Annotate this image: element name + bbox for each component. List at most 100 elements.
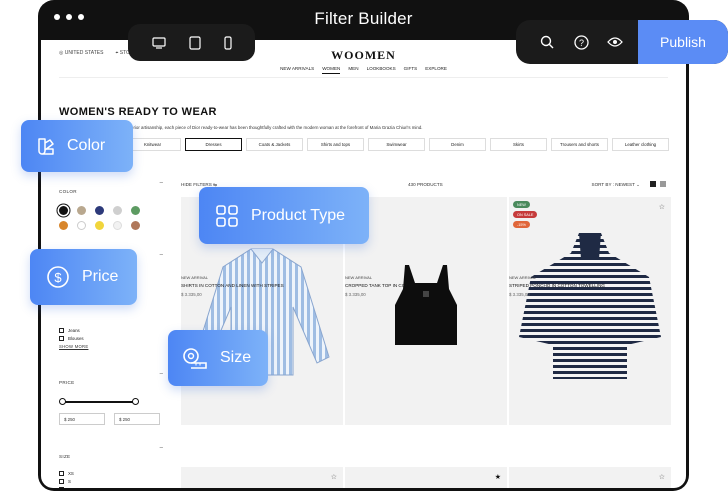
- category-coats-jackets[interactable]: Coats & Jackets: [246, 138, 303, 151]
- product-tag: NEW ARRIVAL: [345, 275, 373, 280]
- sort-dropdown[interactable]: SORT BY : NEWEST ⌄: [592, 182, 640, 188]
- price-min-handle[interactable]: [59, 398, 66, 405]
- page-description: erior artisanship, each piece of Dior re…: [131, 125, 423, 130]
- search-icon[interactable]: [530, 20, 564, 64]
- color-swatch[interactable]: [113, 206, 122, 215]
- color-filter-label: COLOR: [59, 189, 77, 194]
- price-min-input[interactable]: $ 250: [59, 413, 105, 425]
- grid-view-icon[interactable]: [650, 181, 656, 187]
- show-more-link[interactable]: SHOW MORE: [59, 344, 163, 349]
- product-price: $ 3.335,00: [345, 292, 366, 297]
- nav-men[interactable]: MEN: [348, 66, 358, 74]
- wishlist-star-icon[interactable]: ☆: [659, 203, 665, 211]
- color-swatch[interactable]: [77, 206, 86, 215]
- wishlist-star-icon[interactable]: ☆: [659, 473, 665, 481]
- tape-measure-icon: [183, 348, 207, 369]
- price-filter-chip[interactable]: $ Price: [30, 249, 137, 305]
- product-card[interactable]: ☆: [509, 467, 671, 488]
- category-trousers-shorts[interactable]: Trousers and shorts: [551, 138, 608, 151]
- product-card[interactable]: ☆ NEW ON SALE -15%: [509, 197, 671, 425]
- wishlist-star-filled-icon[interactable]: ★: [495, 473, 501, 481]
- preview-eye-icon[interactable]: [598, 20, 632, 64]
- color-swatch[interactable]: [131, 206, 140, 215]
- collapse-icon[interactable]: –: [160, 252, 163, 258]
- product-name[interactable]: STRIPED PONCHO IN COTTON TOWELLING: [509, 283, 605, 288]
- checkbox-jeans[interactable]: Jeans: [59, 328, 163, 333]
- badge-on-sale: ON SALE: [513, 211, 538, 218]
- app-window: Filter Builder ◎ UNITED STATES ⌖ STO WOO…: [38, 0, 689, 491]
- main-navigation: NEW ARRIVALS WOMEN MEN LOOKBOOKS GIFTS E…: [41, 66, 686, 74]
- category-swimwear[interactable]: Swimwear: [368, 138, 425, 151]
- tank-top-image: [395, 265, 457, 345]
- checkbox-size-s[interactable]: S: [59, 479, 163, 484]
- device-switcher: [128, 24, 255, 61]
- nav-new-arrivals[interactable]: NEW ARRIVALS: [280, 66, 314, 74]
- store-preview: ◎ UNITED STATES ⌖ STO WOOMEN NEW ARRIVAL…: [41, 40, 686, 488]
- size-label: SIZE: [59, 454, 71, 459]
- color-filter-chip[interactable]: Color: [21, 120, 133, 172]
- category-buttons: Knitwear Dresses Coats & Jackets Shirts …: [124, 138, 669, 151]
- wishlist-star-icon[interactable]: ☆: [331, 473, 337, 481]
- publish-button[interactable]: Publish: [638, 20, 728, 64]
- color-swatch[interactable]: [95, 206, 104, 215]
- nav-explore[interactable]: EXPLORE: [425, 66, 447, 74]
- price-label: PRICE: [59, 380, 75, 385]
- divider: [59, 77, 668, 78]
- color-swatch[interactable]: [113, 221, 122, 230]
- category-shirts-tops[interactable]: Shirts and tops: [307, 138, 364, 151]
- product-type-chip-label: Product Type: [251, 206, 345, 224]
- category-dresses[interactable]: Dresses: [185, 138, 242, 151]
- product-price: $ 3.335,00: [181, 292, 202, 297]
- category-denim[interactable]: Denim: [429, 138, 486, 151]
- tablet-icon[interactable]: [188, 35, 201, 50]
- price-chip-label: Price: [82, 268, 119, 285]
- badge-discount: -15%: [513, 221, 530, 228]
- color-swatch[interactable]: [59, 206, 68, 215]
- size-chip-label: Size: [220, 349, 252, 366]
- checkbox-size-m[interactable]: M: [59, 487, 163, 488]
- product-card[interactable]: ★: [345, 467, 507, 488]
- price-range-slider[interactable]: [59, 397, 163, 407]
- color-swatch[interactable]: [95, 221, 104, 230]
- checkbox-size-xs[interactable]: XS: [59, 471, 163, 476]
- product-tag: NEW ARRIVAL: [509, 275, 537, 280]
- size-filter-chip[interactable]: Size: [168, 330, 268, 386]
- product-price: $ 3.335,00: [509, 292, 530, 297]
- page-title: WOMEN'S READY TO WEAR: [59, 106, 217, 118]
- svg-text:$: $: [54, 270, 62, 285]
- striped-poncho-image: [519, 233, 661, 379]
- badge-new: NEW: [513, 201, 530, 208]
- price-max-input[interactable]: $ 250: [114, 413, 160, 425]
- product-card[interactable]: ☆: [181, 467, 343, 488]
- category-skirts[interactable]: Skirts: [490, 138, 547, 151]
- nav-women[interactable]: WOMEN: [322, 66, 341, 74]
- collapse-icon[interactable]: –: [160, 371, 163, 377]
- nav-lookbooks[interactable]: LOOKBOOKS: [367, 66, 396, 74]
- collapse-icon[interactable]: –: [160, 445, 163, 451]
- product-name[interactable]: SHIRTS IN COTTON AND LINEN WITH STRIPES: [181, 283, 284, 288]
- product-type-filter-chip[interactable]: Product Type: [199, 187, 369, 244]
- price-max-handle[interactable]: [132, 398, 139, 405]
- color-chip-label: Color: [67, 137, 106, 154]
- grid-icon: [216, 204, 238, 227]
- product-card[interactable]: [345, 197, 507, 425]
- color-swatch[interactable]: [131, 221, 140, 230]
- editor-actions: ? Publish: [516, 20, 728, 64]
- filter-sidebar: COLOR – PRODUCT TYPE – Jeans: [59, 180, 163, 488]
- dollar-coin-icon: $: [47, 266, 69, 288]
- color-swatches: [59, 206, 163, 230]
- palette-icon: [38, 138, 54, 155]
- category-leather[interactable]: Leather clothing: [612, 138, 669, 151]
- product-name[interactable]: CROPPED TANK TOP IN COTTON: [345, 283, 418, 288]
- help-icon[interactable]: ?: [564, 20, 598, 64]
- nav-gifts[interactable]: GIFTS: [404, 66, 418, 74]
- desktop-icon[interactable]: [151, 36, 166, 49]
- mobile-icon[interactable]: [223, 35, 232, 50]
- svg-text:?: ?: [578, 38, 583, 48]
- collapse-icon[interactable]: –: [160, 180, 163, 186]
- checkbox-blouses[interactable]: Blouses: [59, 336, 163, 341]
- color-swatch[interactable]: [77, 221, 86, 230]
- color-swatch[interactable]: [59, 221, 68, 230]
- product-count: 430 PRODUCTS: [408, 182, 443, 187]
- list-view-icon[interactable]: [660, 181, 666, 187]
